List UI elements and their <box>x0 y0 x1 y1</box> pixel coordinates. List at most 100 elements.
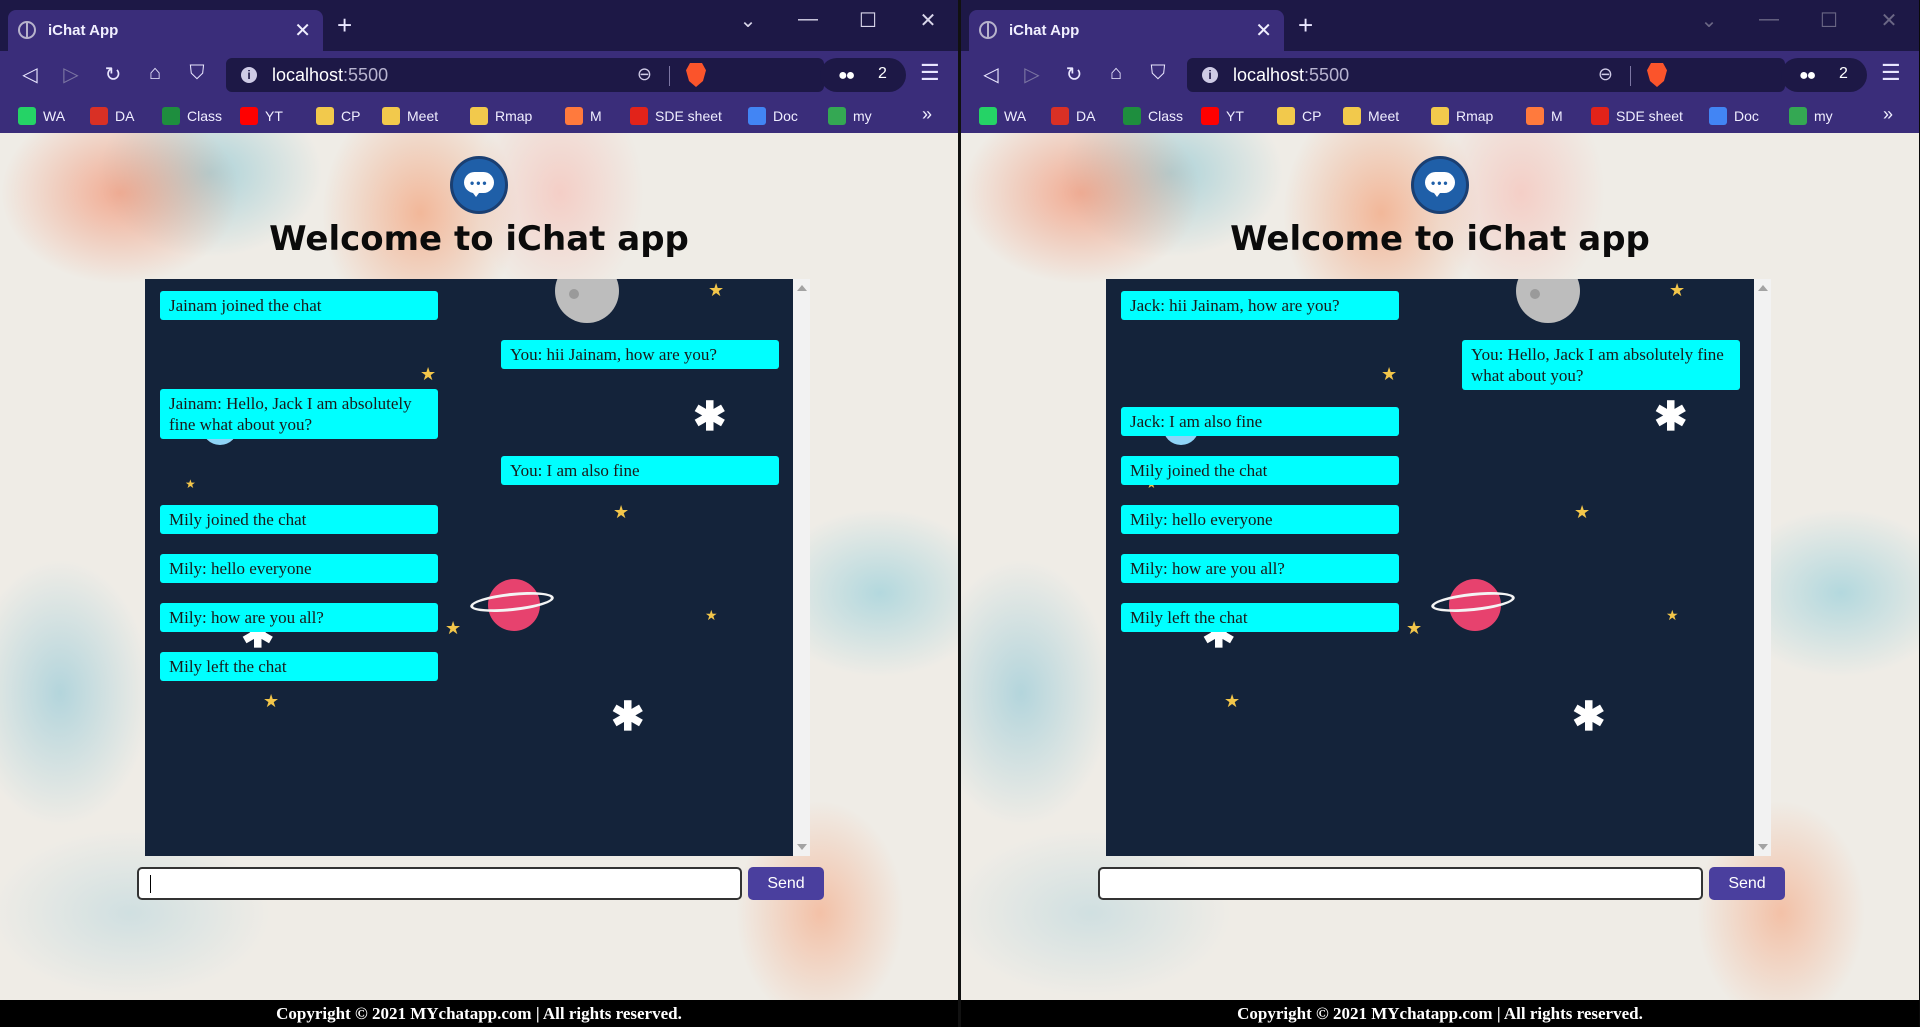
bookmark-m[interactable]: M <box>1526 105 1563 127</box>
info-icon[interactable]: i <box>1202 67 1218 83</box>
more-bookmarks-icon[interactable]: » <box>1883 104 1893 125</box>
brave-shields-icon[interactable] <box>686 63 706 87</box>
star-icon: ★ <box>1666 607 1679 623</box>
minimize-icon[interactable]: — <box>1749 8 1789 31</box>
star-icon: ★ <box>1224 691 1241 711</box>
bookmark-my[interactable]: my <box>1789 105 1833 127</box>
bookmark-wa[interactable]: WA <box>979 105 1026 127</box>
new-tab-icon[interactable]: + <box>1298 12 1313 38</box>
bookmark-cp[interactable]: CP <box>316 105 360 127</box>
bookmark-label: CP <box>1302 108 1322 124</box>
bookmark-icon[interactable]: ⛉ <box>184 62 210 85</box>
menu-icon[interactable]: ☰ <box>1881 60 1901 86</box>
chat-message-left: Jainam: Hello, Jack I am absolutely fine… <box>160 389 438 439</box>
medium-icon <box>565 107 583 125</box>
tab-search-icon[interactable]: ⌄ <box>1689 8 1729 33</box>
bookmark-class[interactable]: Class <box>1123 105 1183 127</box>
bookmark-sde-sheet[interactable]: SDE sheet <box>630 105 722 127</box>
bookmark-m[interactable]: M <box>565 105 602 127</box>
maximize-icon[interactable]: ☐ <box>1809 8 1849 33</box>
private-window-badge[interactable]: ●● 2 <box>820 58 906 92</box>
chat-message-left: Jack: hii Jainam, how are you? <box>1121 291 1399 320</box>
star-icon: ★ <box>263 691 280 711</box>
bookmark-my[interactable]: my <box>828 105 872 127</box>
chat-message-right: You: hii Jainam, how are you? <box>501 340 779 369</box>
chat-message-left: Jainam joined the chat <box>160 291 438 320</box>
toolbar: ◁ ▷ ↻ ⌂ ⛉ i localhost:5500 ⊖ ●● 2 ☰ <box>961 51 1919 99</box>
bookmark-label: Meet <box>407 108 439 124</box>
zoom-icon[interactable]: ⊖ <box>1598 64 1613 85</box>
brave-shields-icon[interactable] <box>1647 63 1667 87</box>
title-bar: iChat App ✕ + ⌄ — ☐ ✕ <box>961 0 1919 51</box>
tuf-icon <box>630 107 648 125</box>
sparkle-icon: ✱ <box>1654 395 1688 439</box>
reload-icon[interactable]: ↻ <box>1061 62 1087 87</box>
url-separator <box>669 66 670 86</box>
star-icon: ★ <box>613 502 630 522</box>
browser-tab[interactable]: iChat App ✕ <box>969 10 1284 51</box>
close-window-icon[interactable]: ✕ <box>908 8 948 33</box>
bookmark-cp[interactable]: CP <box>1277 105 1321 127</box>
minimize-icon[interactable]: — <box>788 8 828 31</box>
star-icon: ★ <box>420 364 437 384</box>
bookmark-label: Doc <box>773 108 798 124</box>
close-tab-icon[interactable]: ✕ <box>294 18 311 43</box>
chat-container[interactable]: ★ ★ ★ ★ ★ ★ ★ ✱ ✱ ✱ Jainam joined the ch… <box>145 279 793 856</box>
scroll-up-icon[interactable] <box>797 285 807 291</box>
chat-logo-icon: ••• <box>1411 156 1469 214</box>
bookmark-doc[interactable]: Doc <box>1709 105 1759 127</box>
chat-container[interactable]: ★ ★ ★ ★ ★ ★ ★ ✱ ✱ ✱ Jack: hii Jainam, ho… <box>1106 279 1754 856</box>
bookmark-yt[interactable]: YT <box>240 105 283 127</box>
close-tab-icon[interactable]: ✕ <box>1255 18 1272 43</box>
chat-message-left: Mily left the chat <box>160 652 438 681</box>
close-window-icon[interactable]: ✕ <box>1869 8 1909 33</box>
forward-icon[interactable]: ▷ <box>1019 62 1045 87</box>
home-icon[interactable]: ⌂ <box>142 62 168 85</box>
private-window-badge[interactable]: ●● 2 <box>1781 58 1867 92</box>
message-input[interactable] <box>137 867 742 900</box>
bookmark-label: YT <box>1226 108 1244 124</box>
address-bar[interactable]: i localhost:5500 ⊖ <box>226 58 824 92</box>
back-icon[interactable]: ◁ <box>17 62 43 87</box>
message-input[interactable] <box>1098 867 1703 900</box>
forward-icon[interactable]: ▷ <box>58 62 84 87</box>
send-button[interactable]: Send <box>748 867 824 900</box>
back-icon[interactable]: ◁ <box>978 62 1004 87</box>
bookmark-meet[interactable]: Meet <box>1343 105 1399 127</box>
chat-scrollbar[interactable] <box>1754 279 1771 856</box>
home-icon[interactable]: ⌂ <box>1103 62 1129 85</box>
chat-scrollbar[interactable] <box>793 279 810 856</box>
browser-tab[interactable]: iChat App ✕ <box>8 10 323 51</box>
bookmark-icon[interactable]: ⛉ <box>1145 62 1171 85</box>
bookmark-doc[interactable]: Doc <box>748 105 798 127</box>
bookmark-meet[interactable]: Meet <box>382 105 438 127</box>
sparkle-icon: ✱ <box>693 395 727 439</box>
star-icon: ★ <box>445 618 462 638</box>
scroll-down-icon[interactable] <box>797 844 807 850</box>
maximize-icon[interactable]: ☐ <box>848 8 888 33</box>
bookmark-sde-sheet[interactable]: SDE sheet <box>1591 105 1683 127</box>
scroll-up-icon[interactable] <box>1758 285 1768 291</box>
sparkle-icon: ✱ <box>1572 695 1606 739</box>
address-bar[interactable]: i localhost:5500 ⊖ <box>1187 58 1785 92</box>
send-button[interactable]: Send <box>1709 867 1785 900</box>
bookmark-wa[interactable]: WA <box>18 105 65 127</box>
zoom-icon[interactable]: ⊖ <box>637 64 652 85</box>
scroll-down-icon[interactable] <box>1758 844 1768 850</box>
tab-search-icon[interactable]: ⌄ <box>728 8 768 33</box>
bookmark-yt[interactable]: YT <box>1201 105 1244 127</box>
bookmark-rmap[interactable]: Rmap <box>470 105 532 127</box>
new-tab-icon[interactable]: + <box>337 12 352 38</box>
reload-icon[interactable]: ↻ <box>100 62 126 87</box>
menu-icon[interactable]: ☰ <box>920 60 940 86</box>
bookmark-da[interactable]: DA <box>90 105 134 127</box>
bookmark-rmap[interactable]: Rmap <box>1431 105 1493 127</box>
bookmark-class[interactable]: Class <box>162 105 222 127</box>
whatsapp-icon <box>18 107 36 125</box>
sparkle-icon: ✱ <box>611 695 645 739</box>
bookmark-label: YT <box>265 108 283 124</box>
more-bookmarks-icon[interactable]: » <box>922 104 932 125</box>
bookmark-da[interactable]: DA <box>1051 105 1095 127</box>
info-icon[interactable]: i <box>241 67 257 83</box>
chat-message-left: Jack: I am also fine <box>1121 407 1399 436</box>
